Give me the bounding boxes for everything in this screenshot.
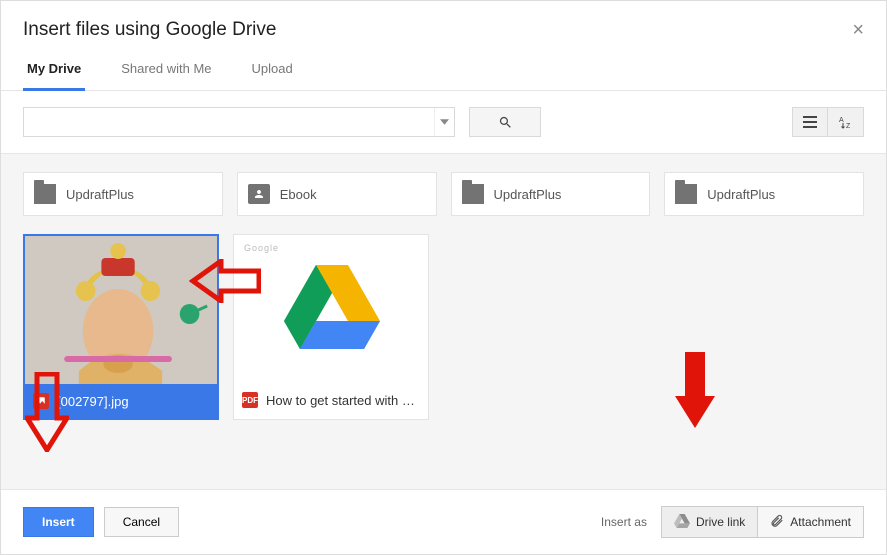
drive-picker-window: Insert files using Google Drive × My Dri… — [0, 0, 887, 555]
insert-button[interactable]: Insert — [23, 507, 94, 537]
file-name: How to get started with … — [266, 393, 415, 408]
sort-az-icon: AZ — [839, 115, 853, 129]
search-dropdown-caret[interactable] — [434, 108, 454, 136]
pdf-file-icon: PDF — [242, 392, 258, 408]
image-file-icon — [33, 393, 49, 409]
files-row: [002797].jpg Google — [23, 234, 864, 420]
folder-icon — [462, 184, 484, 204]
file-caption: [002797].jpg — [25, 384, 217, 418]
file-caption: PDF How to get started with … — [234, 383, 428, 417]
folder-icon — [34, 184, 56, 204]
folder-icon — [675, 184, 697, 204]
svg-text:A: A — [839, 117, 844, 124]
svg-text:Z: Z — [846, 123, 851, 129]
folder-label: UpdraftPlus — [494, 187, 562, 202]
tab-shared-with-me[interactable]: Shared with Me — [117, 61, 215, 91]
drive-link-button[interactable]: Drive link — [662, 507, 757, 537]
header: Insert files using Google Drive × — [1, 1, 886, 41]
folder-label: UpdraftPlus — [66, 187, 134, 202]
list-icon — [803, 116, 817, 128]
folders-row: UpdraftPlus Ebook UpdraftPlus UpdraftPlu… — [23, 172, 864, 216]
folder-item[interactable]: Ebook — [237, 172, 437, 216]
toolbar: AZ — [1, 91, 886, 154]
drive-link-label: Drive link — [696, 515, 745, 529]
tabs: My Drive Shared with Me Upload — [1, 41, 886, 91]
search-icon — [498, 115, 513, 130]
folder-item[interactable]: UpdraftPlus — [23, 172, 223, 216]
paperclip-icon — [770, 513, 784, 532]
folder-item[interactable]: UpdraftPlus — [664, 172, 864, 216]
dialog-title: Insert files using Google Drive — [23, 19, 276, 41]
tab-my-drive[interactable]: My Drive — [23, 61, 85, 91]
search-wrap — [23, 107, 455, 137]
view-controls: AZ — [792, 107, 864, 137]
cancel-button[interactable]: Cancel — [104, 507, 179, 537]
tab-upload[interactable]: Upload — [248, 61, 297, 91]
content-area: UpdraftPlus Ebook UpdraftPlus UpdraftPlu… — [1, 154, 886, 489]
file-item[interactable]: Google PDF How to get st — [233, 234, 429, 420]
file-item-selected[interactable]: [002797].jpg — [23, 234, 219, 420]
search-button[interactable] — [469, 107, 541, 137]
insert-mode-group: Insert as Drive link — [601, 506, 864, 538]
shared-folder-icon — [248, 184, 270, 204]
footer: Insert Cancel Insert as Drive link — [1, 489, 886, 554]
file-thumbnail: Google — [234, 235, 428, 383]
folder-item[interactable]: UpdraftPlus — [451, 172, 651, 216]
attachment-label: Attachment — [790, 515, 851, 529]
close-icon[interactable]: × — [852, 20, 864, 40]
file-name: [002797].jpg — [57, 394, 129, 409]
drive-logo-icon — [284, 265, 380, 352]
sort-button[interactable]: AZ — [828, 107, 864, 137]
insert-as-label: Insert as — [601, 515, 647, 529]
attachment-button[interactable]: Attachment — [757, 507, 863, 537]
folder-label: UpdraftPlus — [707, 187, 775, 202]
list-view-button[interactable] — [792, 107, 828, 137]
folder-label: Ebook — [280, 187, 317, 202]
insert-mode-segment: Drive link Attachment — [661, 506, 864, 538]
file-thumbnail — [25, 236, 217, 384]
drive-icon — [674, 514, 690, 531]
search-input[interactable] — [24, 108, 434, 136]
